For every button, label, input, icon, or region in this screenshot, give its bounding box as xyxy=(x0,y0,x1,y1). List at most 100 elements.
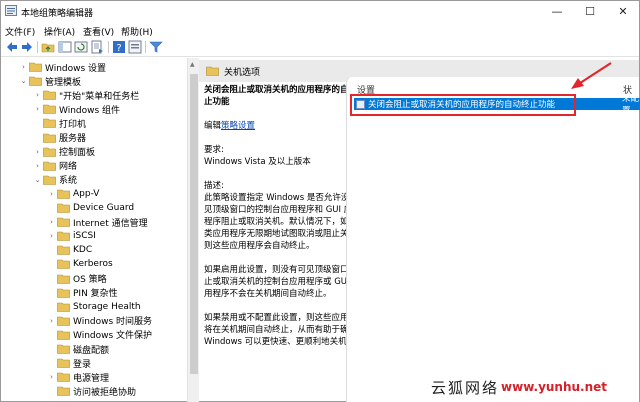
collapsed-arrow-icon[interactable]: › xyxy=(47,373,56,381)
folder-icon xyxy=(43,147,56,157)
tree-item[interactable]: › 电源管理 xyxy=(47,370,109,384)
collapsed-arrow-icon[interactable]: › xyxy=(33,91,42,99)
tree-item[interactable]: › Windows 时间服务 xyxy=(47,314,152,328)
collapsed-arrow-icon[interactable]: › xyxy=(47,218,56,226)
scrollbar-thumb[interactable] xyxy=(190,74,198,374)
policy-editor-window: 本地组策略编辑器 — ☐ ✕ 文件(F) 操作(A) 查看(V) 帮助(H) ?… xyxy=(0,0,640,402)
export-icon[interactable] xyxy=(90,40,104,54)
refresh-icon[interactable] xyxy=(74,40,88,54)
folder-up-icon[interactable] xyxy=(41,40,55,54)
tree-item-label: 登录 xyxy=(73,359,92,370)
folder-icon xyxy=(57,274,70,284)
tree-item[interactable]: 打印机 xyxy=(33,116,86,130)
tree-item-label: 服务器 xyxy=(59,134,87,144)
menu-file[interactable]: 文件(F) xyxy=(5,25,35,38)
watermark-cn: 云狐网络 xyxy=(431,378,500,397)
back-arrow-icon[interactable] xyxy=(5,40,19,54)
collapsed-arrow-icon[interactable]: › xyxy=(33,105,42,113)
tree-item[interactable]: › 网络 xyxy=(33,159,77,173)
toolbar-separator xyxy=(108,41,109,53)
folder-icon xyxy=(57,259,70,270)
folder-icon xyxy=(57,245,70,256)
tree-item-label: App-V xyxy=(73,188,100,199)
expanded-arrow-icon[interactable]: ⌄ xyxy=(19,77,28,85)
properties-icon[interactable] xyxy=(128,40,142,54)
collapsed-arrow-icon[interactable]: › xyxy=(19,63,28,71)
edit-policy-link[interactable]: 策略设置 xyxy=(221,121,255,131)
tree-item[interactable]: Device Guard xyxy=(47,201,134,215)
collapsed-arrow-icon[interactable]: › xyxy=(33,162,42,170)
toolbar-separator xyxy=(37,41,38,53)
tree-item[interactable]: Windows 文件保护 xyxy=(47,328,152,342)
tree-item[interactable]: Kerberos xyxy=(47,257,113,271)
description: 描述: 此策略设置指定 Windows 是否允许没有可见顶级窗口的控制台应用程序和… xyxy=(204,180,368,252)
tree-item[interactable]: KDC xyxy=(47,243,92,257)
show-hide-tree-icon[interactable] xyxy=(58,40,72,54)
menu-action[interactable]: 操作(A) xyxy=(44,25,75,38)
tree-item[interactable]: ⌄ 管理模板 xyxy=(19,74,81,88)
expanded-arrow-icon[interactable]: ⌄ xyxy=(33,176,42,184)
tree-item-label: 控制面板 xyxy=(59,148,96,159)
collapsed-arrow-icon[interactable]: › xyxy=(33,148,42,156)
tree-scrollbar[interactable]: ▲ xyxy=(187,58,199,402)
pane-header-title: 关机选项 xyxy=(224,67,261,78)
forward-arrow-icon[interactable] xyxy=(20,40,34,54)
folder-icon xyxy=(57,316,70,326)
policy-title: 关闭会阻止或取消关机的应用程序的自动终止功能 xyxy=(204,85,366,107)
tree-item[interactable]: ⌄ 系统 xyxy=(33,173,77,187)
tree-item-label: Windows 文件保护 xyxy=(73,331,153,342)
tree-item[interactable]: › Internet 通信管理 xyxy=(47,215,148,229)
tree-item-label: 磁盘配额 xyxy=(73,345,110,356)
tree-item[interactable]: › Windows 组件 xyxy=(33,102,120,116)
collapsed-arrow-icon[interactable]: › xyxy=(47,232,56,240)
tree-item[interactable]: › Windows 设置 xyxy=(19,60,106,74)
policy-tree: › Windows 设置 ⌄ 管理模板 › "开始"菜单和任务栏 › Windows 组件 打印… xyxy=(1,58,187,402)
red-arrow-icon xyxy=(571,62,612,89)
tree-item[interactable]: OS 策略 xyxy=(47,272,107,286)
folder-icon xyxy=(43,118,56,129)
tree-item-label: Windows 设置 xyxy=(45,63,107,74)
tree-item[interactable]: 磁盘配额 xyxy=(47,342,109,356)
menu-view[interactable]: 查看(V) xyxy=(83,25,114,38)
maximize-button[interactable]: ☐ xyxy=(574,1,606,21)
tree-item[interactable]: › iSCSI xyxy=(47,229,96,243)
tree-item-label: Windows 时间服务 xyxy=(73,317,153,328)
description-text: 此策略设置指定 Windows 是否允许没有可见顶级窗口的控制台应用程序和 GU… xyxy=(204,193,367,251)
requirements-value: Windows Vista 及以上版本 xyxy=(204,157,311,167)
policy-description: 关闭会阻止或取消关机的应用程序的自动终止功能 编辑策略设置 要求: Windows… xyxy=(204,84,368,360)
disabled-text: 如果禁用或不配置此设置，则这些应用程序将在关机期间自动终止，从而有助于确保 Wi… xyxy=(204,313,366,347)
help-icon[interactable]: ? xyxy=(112,40,126,54)
tree-item[interactable]: › App-V xyxy=(47,187,99,201)
menu-bar: 文件(F) 操作(A) 查看(V) 帮助(H) xyxy=(1,22,639,38)
minimize-button[interactable]: — xyxy=(541,1,573,21)
tree-item[interactable]: 登录 xyxy=(47,356,91,370)
collapsed-arrow-icon[interactable]: › xyxy=(47,317,56,325)
collapsed-arrow-icon[interactable]: › xyxy=(47,190,56,198)
tree-item-label: 电源管理 xyxy=(73,373,110,384)
menu-help[interactable]: 帮助(H) xyxy=(121,25,153,38)
tree-item[interactable]: Storage Health xyxy=(47,300,141,314)
settings-list: 设置 状态 关闭会阻止或取消关机的应用程序的自动终止功能 未配置 xyxy=(346,77,640,402)
folder-icon xyxy=(57,358,70,368)
tree-item[interactable]: › 控制面板 xyxy=(33,145,95,159)
svg-text:?: ? xyxy=(116,43,121,54)
folder-icon xyxy=(43,104,56,115)
watermark: 云狐网络 www.yunhu.net xyxy=(431,373,639,401)
scroll-up-arrow-icon[interactable]: ▲ xyxy=(190,61,195,68)
tree-item-label: OS 策略 xyxy=(73,275,107,285)
tree-item[interactable]: 服务器 xyxy=(33,131,86,145)
folder-icon xyxy=(57,330,70,340)
folder-icon xyxy=(57,203,70,213)
folder-icon xyxy=(43,175,56,185)
tree-item-label: Kerberos xyxy=(73,259,113,270)
tree-item[interactable]: › "开始"菜单和任务栏 xyxy=(33,88,139,102)
close-button[interactable]: ✕ xyxy=(607,1,639,21)
filter-icon[interactable] xyxy=(149,40,163,54)
folder-icon xyxy=(57,217,70,227)
toolbar-separator xyxy=(145,41,146,53)
edit-policy-line: 编辑策略设置 xyxy=(204,120,368,132)
folder-icon xyxy=(57,386,70,397)
tree-item[interactable]: PIN 复杂性 xyxy=(47,286,118,300)
tree-item[interactable]: 访问被拒绝协助 xyxy=(47,384,136,398)
policy-editor-app-icon xyxy=(5,5,17,16)
